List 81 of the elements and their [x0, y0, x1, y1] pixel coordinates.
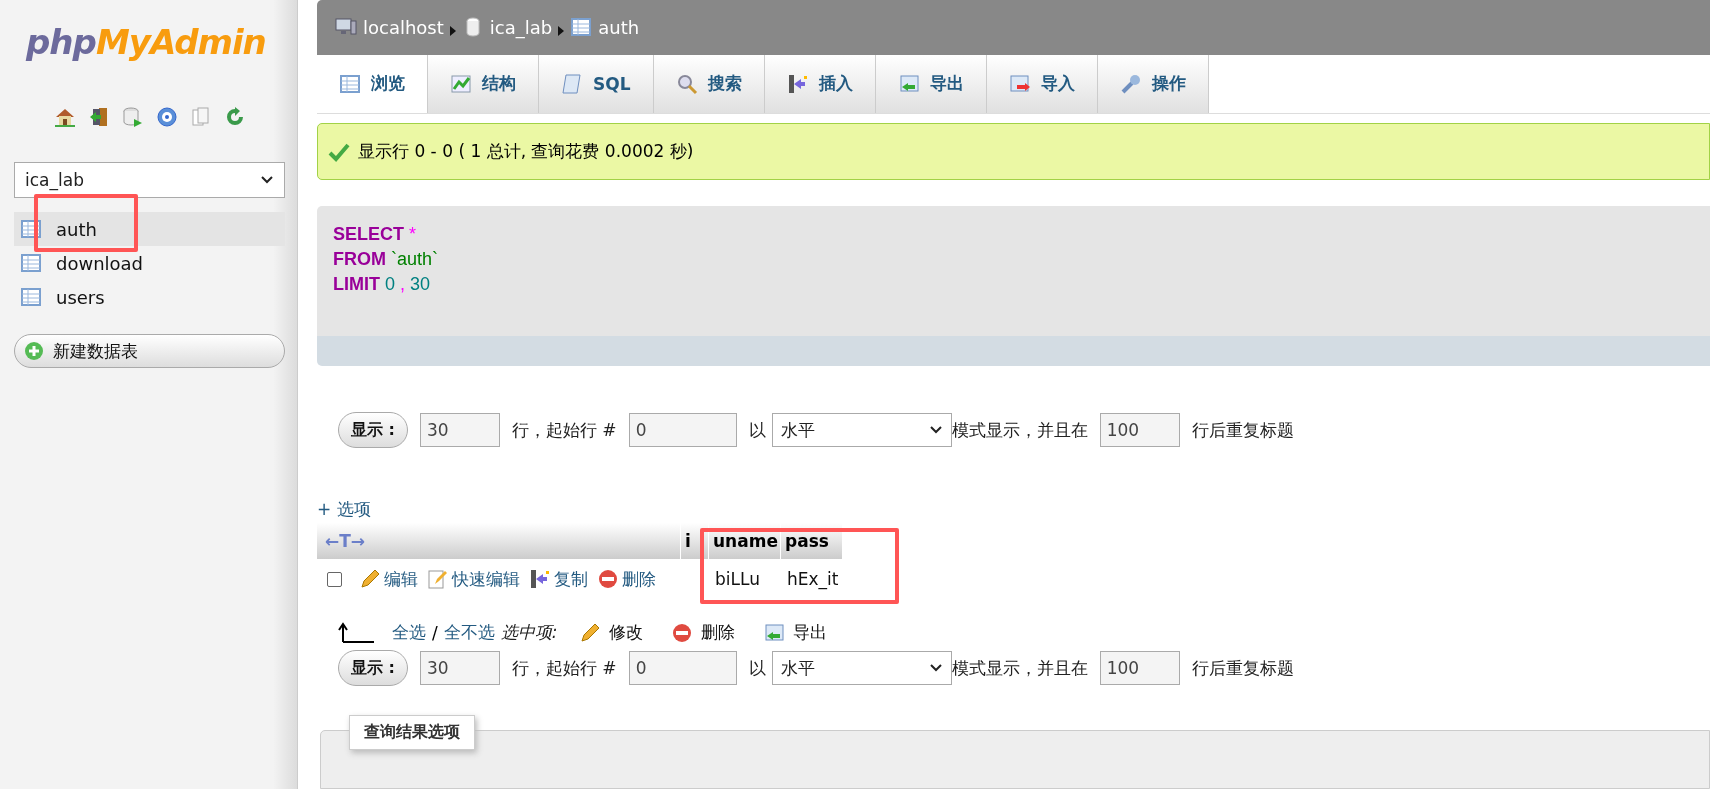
- chart-icon: [450, 73, 472, 95]
- separator: /: [432, 622, 438, 643]
- logo: phpMyAdmin: [26, 22, 267, 62]
- mode-label: 以: [748, 656, 766, 680]
- sql-line: LIMIT 0 , 30: [333, 273, 432, 297]
- display-label: 模式显示，并且在: [951, 418, 1088, 442]
- row-action-link[interactable]: 复制: [529, 567, 588, 591]
- table-icon: [20, 252, 42, 274]
- delete-icon: [671, 621, 694, 644]
- tab[interactable]: 结构: [428, 54, 539, 114]
- show-button[interactable]: 显示 :: [338, 650, 408, 687]
- insert-icon: [529, 568, 551, 591]
- breadcrumb-link[interactable]: ica_lab: [461, 16, 553, 39]
- insert-icon: [786, 73, 809, 95]
- row-checkbox[interactable]: [327, 571, 342, 587]
- chevron-down-icon: [928, 663, 943, 674]
- scroll-icon: [561, 73, 583, 95]
- table-item[interactable]: users: [14, 280, 285, 314]
- bulk-action-button[interactable]: 修改: [579, 621, 644, 645]
- breadcrumb-link[interactable]: auth: [570, 16, 640, 39]
- bulk-action-button[interactable]: 删除: [671, 621, 736, 645]
- table-item[interactable]: download: [14, 246, 285, 280]
- success-message: 显示行 0 - 0 ( 1 总计, 查询花费 0.0002 秒): [358, 140, 694, 164]
- new-table-button[interactable]: 新建数据表: [14, 334, 285, 368]
- tab[interactable]: 搜索: [653, 54, 765, 114]
- table-cell-text: biLLu: [714, 568, 761, 592]
- repeat-header-label: 行后重复标题: [1191, 656, 1294, 680]
- import-icon: [1008, 73, 1031, 95]
- documents-icon: [189, 106, 212, 128]
- sql-line: FROM `auth`: [333, 248, 440, 272]
- sql-line: SELECT *: [333, 222, 418, 246]
- display-label: 模式显示，并且在: [951, 656, 1088, 680]
- rows-label: 行，起始行 #: [511, 656, 617, 680]
- pencil-icon: [579, 621, 602, 644]
- start-row-field[interactable]: 0: [628, 413, 737, 448]
- table-icon: [339, 73, 361, 95]
- mode-select[interactable]: 水平: [771, 651, 952, 686]
- repeat-header-field[interactable]: 100: [1099, 413, 1180, 448]
- export-icon: [897, 73, 920, 95]
- table-icon: [570, 16, 593, 39]
- options-legend[interactable]: 查询结果选项: [349, 715, 475, 751]
- rows-label: 行，起始行 #: [511, 418, 617, 442]
- chevron-down-icon: [928, 425, 943, 436]
- row-action-link[interactable]: 编辑: [359, 567, 418, 591]
- database-icon: [121, 106, 144, 128]
- table-cell-text: hEx_it: [786, 568, 840, 592]
- show-button[interactable]: 显示 :: [338, 412, 408, 449]
- plus-icon: [23, 340, 45, 362]
- uncheck-all-link[interactable]: 全不选: [443, 621, 495, 645]
- mode-label: 以: [748, 418, 766, 442]
- search-icon: [675, 73, 698, 95]
- repeat-header-field[interactable]: 100: [1099, 651, 1180, 686]
- database-select[interactable]: ica_lab: [14, 162, 285, 198]
- rows-field[interactable]: 30: [419, 651, 500, 686]
- options-link[interactable]: + 选项: [317, 498, 371, 522]
- help-icon: [155, 106, 178, 128]
- table-icon: [20, 286, 42, 308]
- repeat-header-label: 行后重复标题: [1191, 418, 1294, 442]
- breadcrumb-link[interactable]: localhost: [335, 16, 444, 39]
- start-row-field[interactable]: 0: [628, 651, 737, 686]
- row-action-link[interactable]: 快速编辑: [427, 567, 520, 591]
- delete-icon: [597, 568, 619, 591]
- note-icon: [427, 568, 449, 591]
- chevron-down-icon: [260, 175, 274, 185]
- bulk-action-button[interactable]: 导出: [763, 621, 828, 645]
- corner-arrow-icon: [338, 621, 376, 644]
- wrench-icon: [1119, 73, 1142, 95]
- tab[interactable]: SQL: [539, 54, 654, 114]
- check-all-link[interactable]: 全选: [392, 621, 426, 645]
- tab[interactable]: 插入: [764, 54, 876, 114]
- home-icon: [53, 106, 76, 128]
- rows-field[interactable]: 30: [419, 413, 500, 448]
- mode-select[interactable]: 水平: [771, 413, 952, 448]
- export-icon: [763, 621, 786, 644]
- tab[interactable]: 操作: [1097, 54, 1209, 114]
- pencil-icon: [359, 568, 381, 591]
- with-selected-label: 选中项:: [500, 621, 558, 645]
- tab[interactable]: 导出: [875, 54, 987, 114]
- table-item[interactable]: auth: [14, 212, 285, 246]
- row-action-link[interactable]: 删除: [597, 567, 656, 591]
- tab[interactable]: 导入: [986, 54, 1098, 114]
